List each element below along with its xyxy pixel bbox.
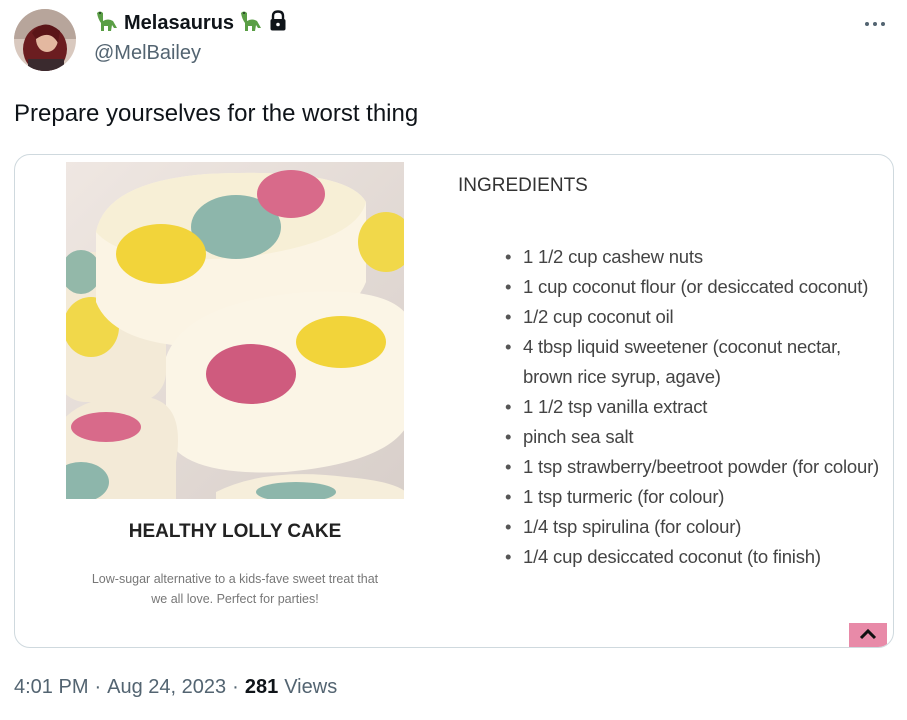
ingredient-item: 4 tbsp liquid sweetener (coconut nectar,… [495,332,893,392]
display-name[interactable]: Melasaurus [124,12,234,35]
ingredient-item: pinch sea salt [495,422,893,452]
ingredient-item: 1 1/2 cup cashew nuts [495,242,893,272]
dinosaur-icon [238,9,264,38]
lolly-cake-photo [66,162,404,499]
ingredient-item: 1/4 tsp spirulina (for colour) [495,512,893,542]
ingredient-item: 1/2 cup coconut oil [495,302,893,332]
tweet-text: Prepare yourselves for the worst thing [14,100,419,127]
ingredient-item: 1 tsp strawberry/beetroot powder (for co… [495,452,893,482]
avatar[interactable] [14,9,76,71]
dinosaur-icon [94,9,120,38]
more-options-icon[interactable] [863,8,887,34]
ingredients-heading: INGREDIENTS [458,175,588,196]
tweet-media-card[interactable]: HEALTHY LOLLY CAKE Low-sugar alternative… [14,154,894,648]
views-label: Views [284,676,338,698]
ingredients-list: 1 1/2 cup cashew nuts 1 cup coconut flou… [495,242,893,572]
lock-icon [268,9,288,37]
ingredient-item: 1 cup coconut flour (or desiccated cocon… [495,272,893,302]
author-handle[interactable]: @MelBailey [94,42,201,65]
tweet-date[interactable]: Aug 24, 2023 [107,676,226,699]
views-count: 281 [244,676,279,698]
tweet-meta: 4:01 PM · Aug 24, 2023 · 281 Views [14,676,337,699]
meta-separator: · [232,676,239,698]
author-name-row[interactable]: Melasaurus [94,9,288,38]
recipe-description: Low-sugar alternative to a kids-fave swe… [91,572,379,606]
recipe-title: HEALTHY LOLLY CAKE [128,521,342,542]
ingredient-item: 1/4 cup desiccated coconut (to finish) [495,542,893,572]
scroll-to-top-button[interactable] [849,623,887,647]
ingredient-item: 1 tsp turmeric (for colour) [495,482,893,512]
avatar-image [14,9,76,71]
ingredient-item: 1 1/2 tsp vanilla extract [495,392,893,422]
meta-separator: · [94,676,102,698]
chevron-up-icon [859,627,877,645]
tweet-time[interactable]: 4:01 PM [14,676,88,699]
